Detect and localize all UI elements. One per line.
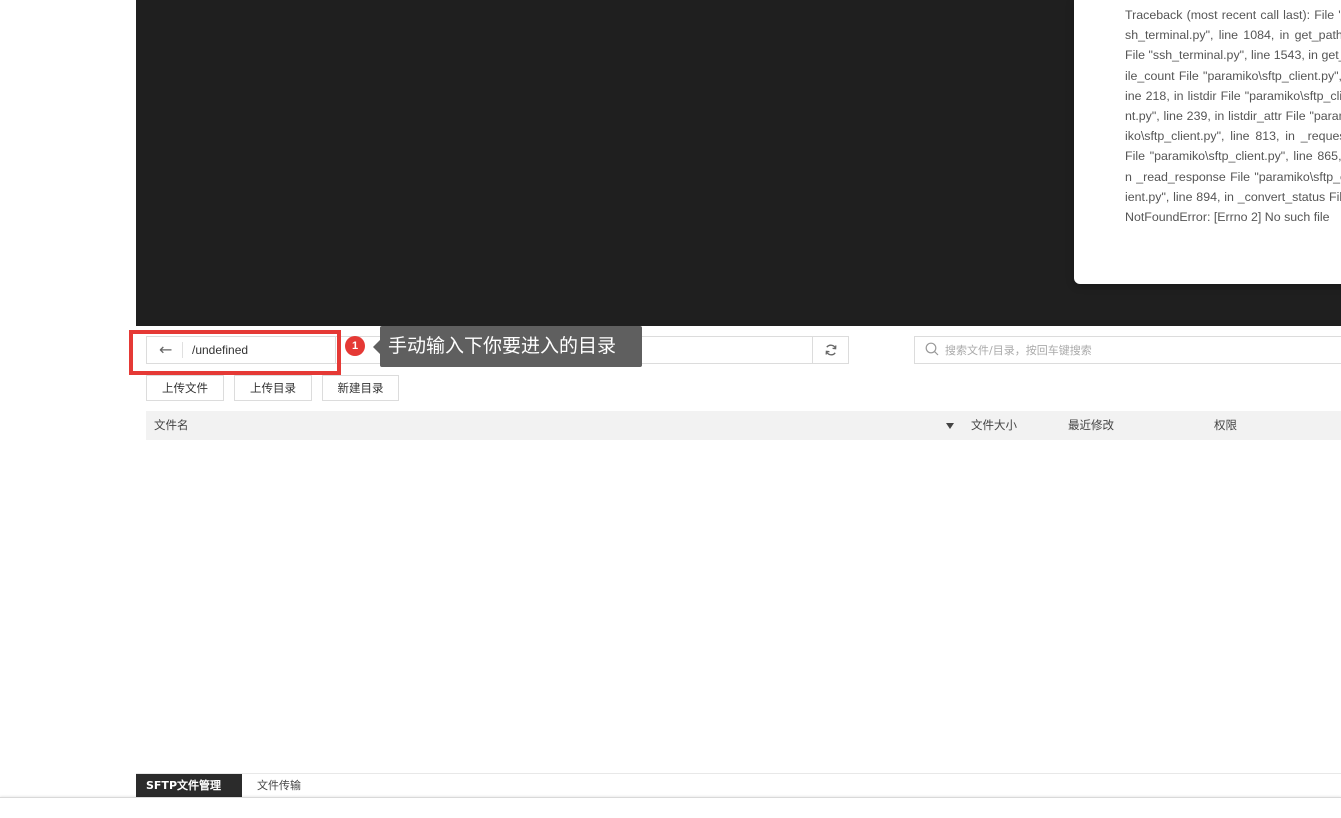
column-header-filename[interactable]: 文件名	[154, 411, 189, 440]
file-table-header: 文件名 文件大小 最近修改 权限	[146, 411, 1341, 440]
search-input[interactable]	[945, 341, 1325, 359]
tab-file-transfer[interactable]: 文件传输	[247, 774, 311, 798]
column-header-permissions[interactable]: 权限	[1214, 411, 1237, 440]
sort-desc-icon[interactable]	[946, 423, 954, 429]
refresh-button[interactable]	[812, 336, 849, 364]
tab-sftp-file-manager[interactable]: SFTP文件管理	[136, 774, 242, 798]
search-icon	[925, 342, 939, 356]
column-header-modified[interactable]: 最近修改	[1068, 411, 1114, 440]
window-bottom-edge	[0, 797, 1341, 818]
left-gutter	[0, 0, 137, 797]
path-bar-divider	[182, 342, 183, 358]
upload-directory-button[interactable]: 上传目录	[234, 375, 312, 401]
error-popup: Traceback (most recent call last): File …	[1074, 0, 1341, 284]
upload-file-button[interactable]: 上传文件	[146, 375, 224, 401]
refresh-icon	[825, 344, 836, 356]
path-input[interactable]	[192, 341, 332, 359]
file-table-body	[146, 440, 1341, 770]
search-box	[914, 336, 1341, 364]
arrow-left-icon[interactable]: ←	[159, 340, 172, 359]
annotation-step-badge: 1	[345, 336, 365, 356]
annotation-tooltip: 手动输入下你要进入的目录	[373, 326, 642, 367]
new-directory-button[interactable]: 新建目录	[322, 375, 399, 401]
error-traceback-text: Traceback (most recent call last): File …	[1125, 8, 1341, 225]
path-bar: ←	[146, 336, 336, 364]
column-header-size[interactable]: 文件大小	[971, 411, 1017, 440]
bottom-tab-bar: SFTP文件管理 文件传输	[136, 773, 1341, 798]
